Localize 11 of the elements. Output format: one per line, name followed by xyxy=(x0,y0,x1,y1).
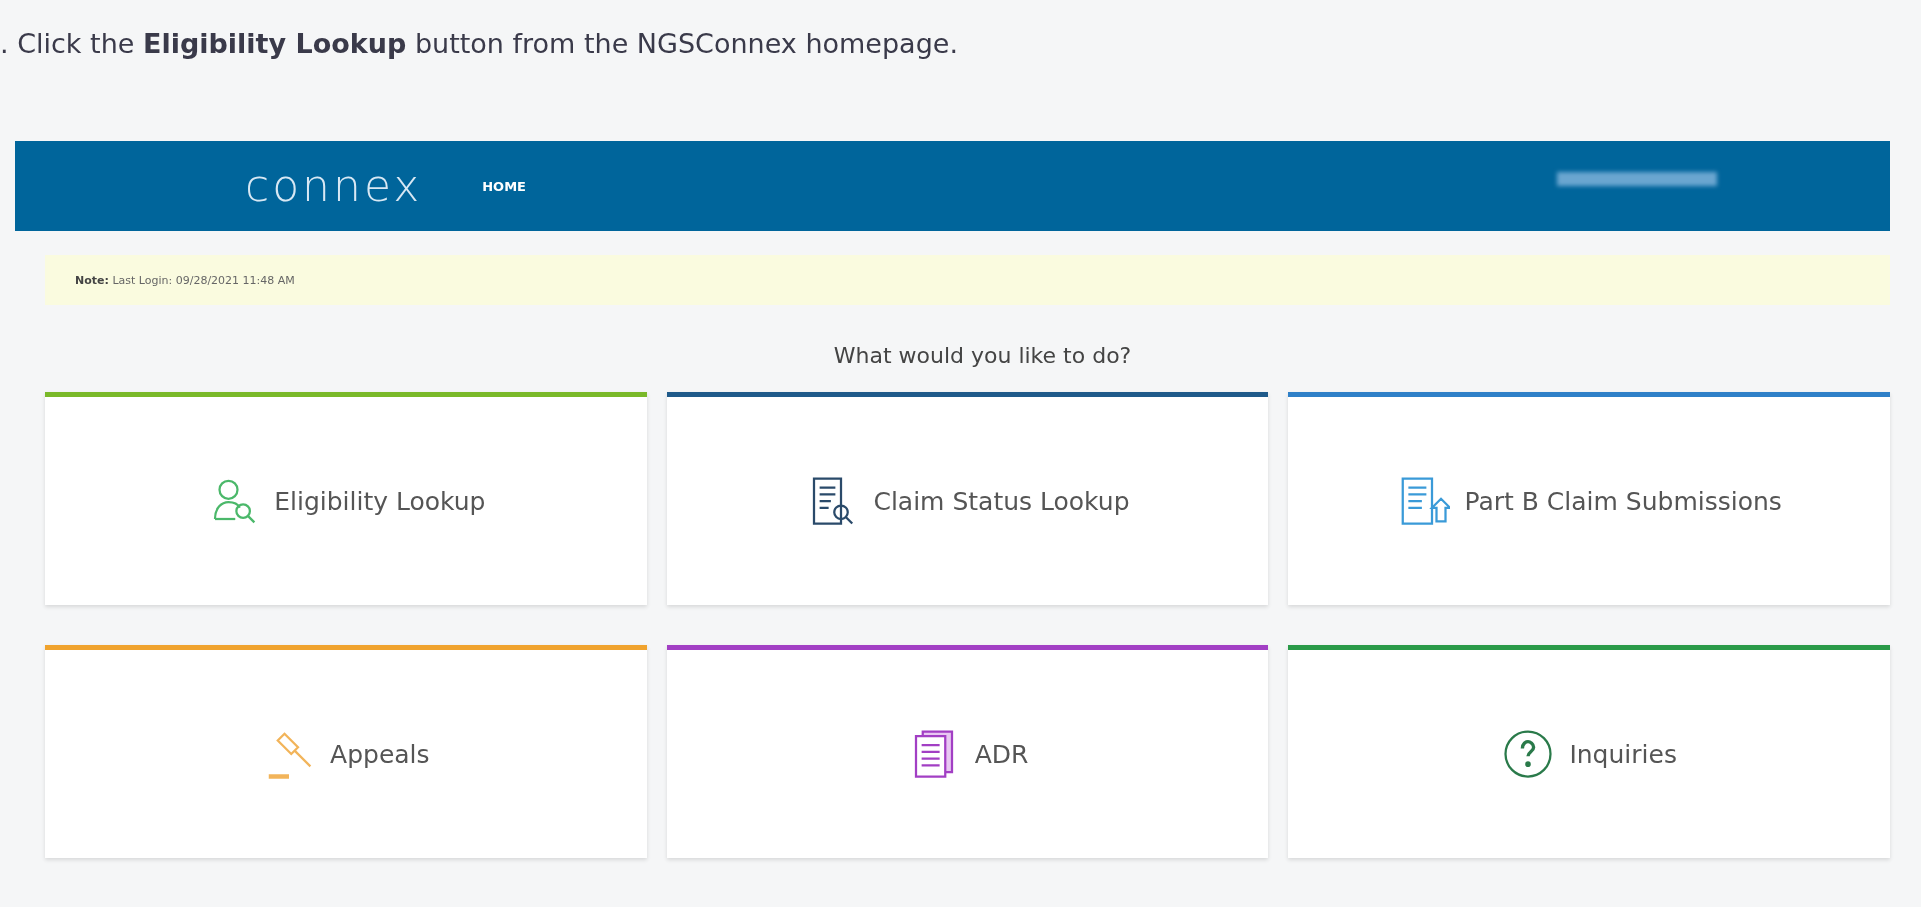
tile-button[interactable]: Inquiries xyxy=(1288,645,1890,858)
tile-button[interactable]: Part B Claim Submissions xyxy=(1288,392,1890,605)
tile-button[interactable]: ADR xyxy=(666,645,1269,858)
prompt-text: What would you like to do? xyxy=(832,343,1133,368)
nav-link[interactable]: HOME xyxy=(482,178,526,194)
instruction-text: . Click the Eligibility Lookup button from the NGSConnex homepage. xyxy=(0,27,959,61)
tile-button[interactable]: Claim Status Lookup xyxy=(666,392,1269,605)
notice-text: Note: Last Login: 09/28/2021 11:48 AM xyxy=(75,273,295,287)
tile-button[interactable]: Eligibility Lookup xyxy=(45,392,647,605)
tile-button[interactable]: Appeals xyxy=(45,645,647,858)
logo[interactable]: connex xyxy=(245,164,423,208)
